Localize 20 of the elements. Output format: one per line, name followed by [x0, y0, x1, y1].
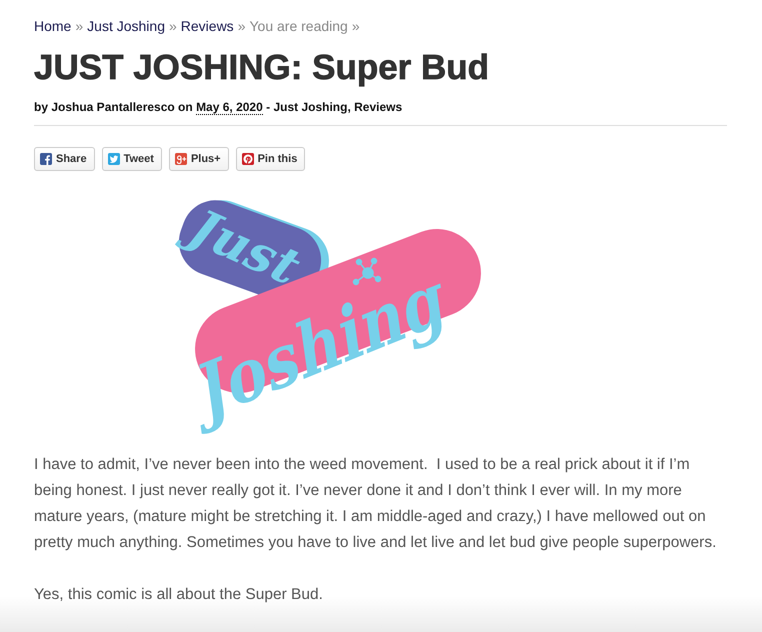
- post-title: JUST JOSHING: Super Bud: [34, 48, 490, 88]
- breadcrumb-link[interactable]: Home: [34, 16, 72, 36]
- breadcrumb-link[interactable]: Just Joshing: [87, 16, 165, 36]
- google-plus-icon: [174, 153, 187, 165]
- share-button[interactable]: Tweet: [102, 147, 162, 171]
- breadcrumb-current: You are reading: [249, 17, 348, 36]
- share-button[interactable]: Plus+: [168, 147, 229, 171]
- breadcrumb-separator: »: [75, 17, 84, 36]
- breadcrumb-separator: »: [352, 17, 360, 36]
- twitter-bird-icon: [108, 153, 120, 165]
- body-paragraph: I have to admit, I’ve never been into the weed movement. I used to be a real prick about it if I’m being honest. I just never really got it. I’ve never done it and I don’t think I ever will. In my more mature years, (mature might be stretching it. I am middle-aged and crazy,) I have mellowed out on pretty much anything. Sometimes you have to live and let live and let bud give people superpowers.: [34, 455, 718, 553]
- breadcrumb-link[interactable]: Reviews: [180, 16, 234, 36]
- share-button[interactable]: Pin this: [236, 147, 306, 171]
- byline: by Joshua Pantalleresco on May 6, 2020 - Just Joshing, Reviews: [34, 99, 402, 115]
- breadcrumb-separator: »: [238, 17, 246, 36]
- breadcrumb-separator: »: [168, 17, 177, 36]
- pinterest-icon: [242, 153, 254, 165]
- share-button[interactable]: Share: [34, 147, 95, 171]
- body-paragraph: Yes, this comic is all about the Super Bud.: [34, 585, 324, 605]
- facebook-icon: [40, 153, 52, 165]
